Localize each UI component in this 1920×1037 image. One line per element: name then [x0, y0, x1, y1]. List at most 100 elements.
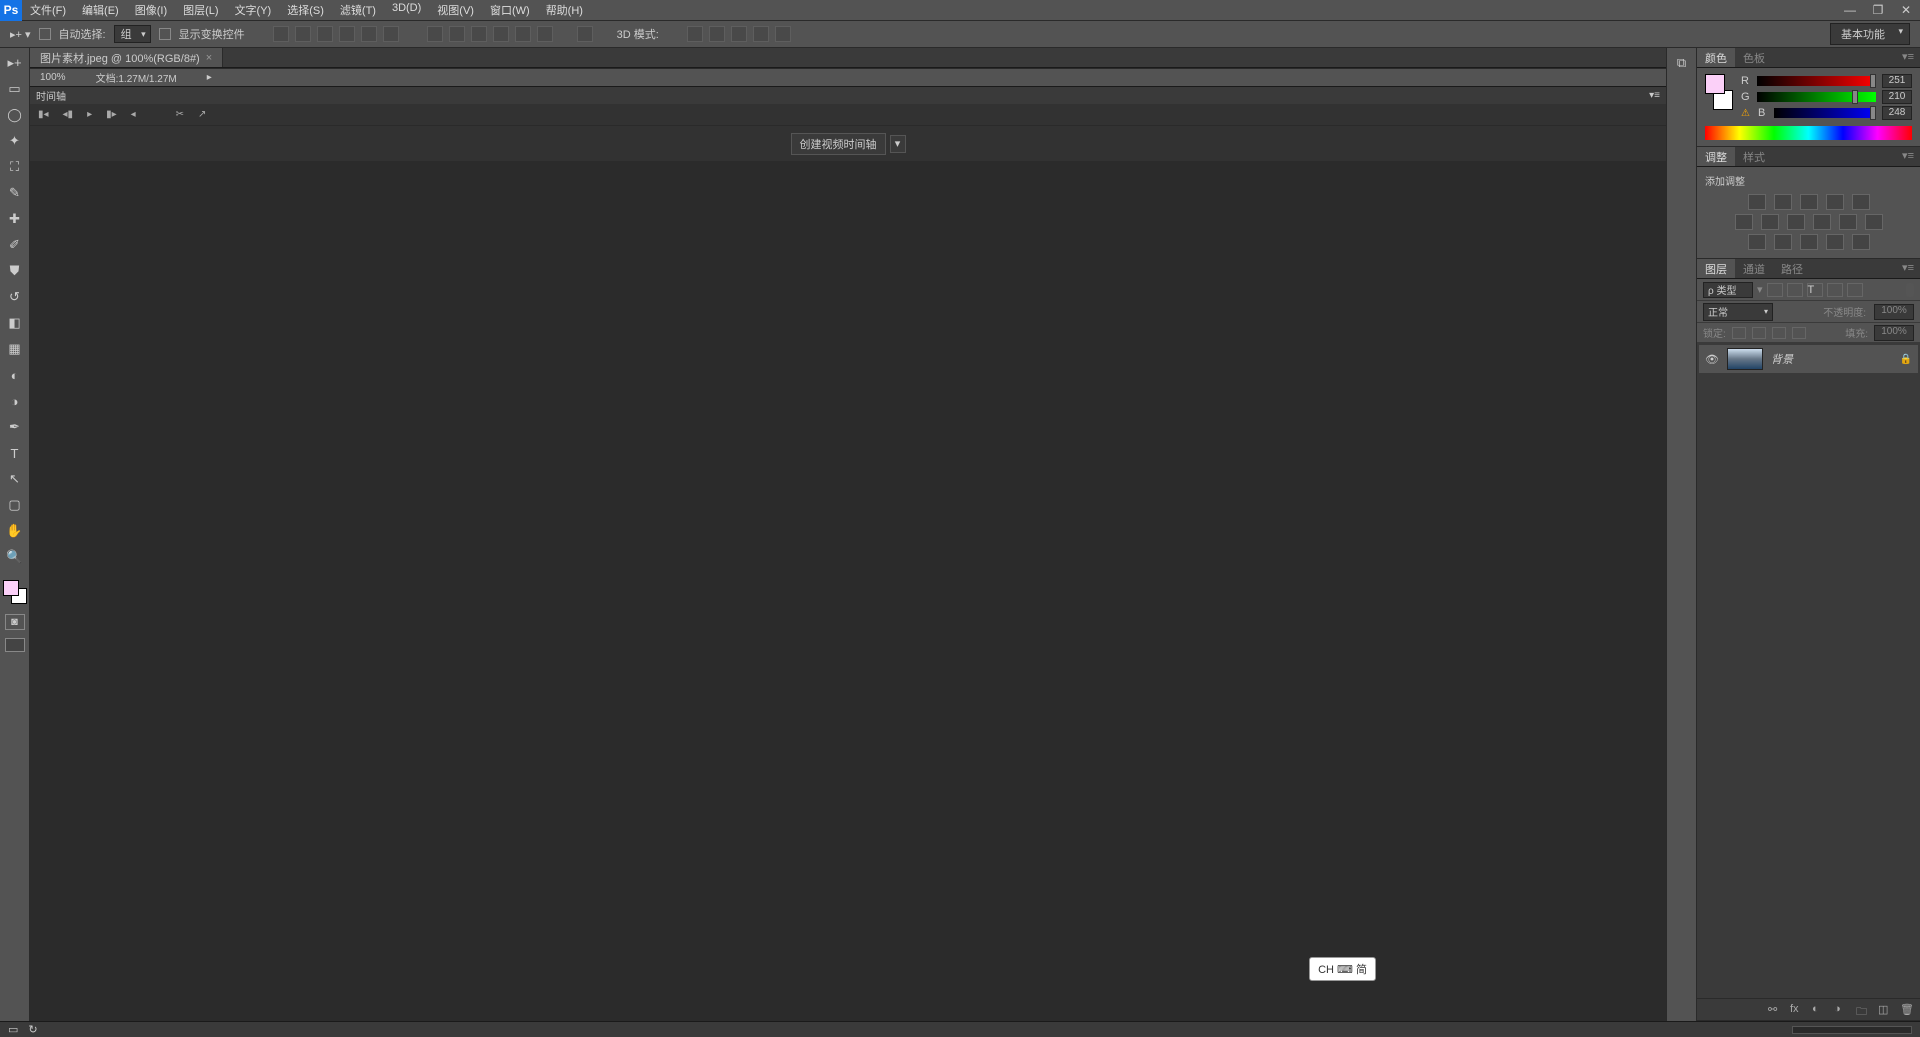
footer-slider[interactable]	[1792, 1026, 1912, 1034]
auto-select-dropdown[interactable]: 组	[114, 25, 151, 43]
footer-icon[interactable]: ▭	[8, 1023, 18, 1036]
panel-menu-icon[interactable]: ▾≡	[1649, 90, 1660, 101]
distribute-top-icon[interactable]	[427, 26, 443, 42]
r-value[interactable]: 251	[1882, 74, 1912, 88]
blend-mode-dropdown[interactable]: 正常	[1703, 303, 1773, 321]
doc-size[interactable]: 文档:1.27M/1.27M	[96, 70, 177, 85]
gradient-map-icon[interactable]	[1826, 234, 1844, 250]
hand-tool[interactable]: ✋	[4, 520, 26, 542]
3d-pan-icon[interactable]	[731, 26, 747, 42]
opacity-value[interactable]: 100%	[1874, 304, 1914, 320]
color-lookup-icon[interactable]	[1865, 214, 1883, 230]
align-hcenter-icon[interactable]	[361, 26, 377, 42]
marquee-tool[interactable]: ▭	[4, 78, 26, 100]
g-slider[interactable]	[1757, 92, 1876, 102]
menu-layer[interactable]: 图层(L)	[175, 0, 226, 21]
new-layer-icon[interactable]: ◫	[1878, 1003, 1892, 1017]
stamp-tool[interactable]: ⛊	[4, 260, 26, 282]
exposure-icon[interactable]	[1826, 194, 1844, 210]
tl-prev-frame-icon[interactable]: ◂▮	[63, 109, 74, 120]
r-slider[interactable]	[1757, 76, 1876, 86]
pen-tool[interactable]: ✒	[4, 416, 26, 438]
menu-filter[interactable]: 滤镜(T)	[332, 0, 384, 21]
magic-wand-tool[interactable]: ✦	[4, 130, 26, 152]
restore-button[interactable]: ❐	[1864, 0, 1892, 21]
brightness-icon[interactable]	[1748, 194, 1766, 210]
align-vcenter-icon[interactable]	[295, 26, 311, 42]
move-tool[interactable]: ▸+	[4, 52, 26, 74]
menu-select[interactable]: 选择(S)	[279, 0, 332, 21]
layer-visibility-icon[interactable]: 👁	[1705, 353, 1719, 366]
posterize-icon[interactable]	[1774, 234, 1792, 250]
tab-adjustments[interactable]: 调整	[1697, 147, 1735, 166]
menu-image[interactable]: 图像(I)	[127, 0, 175, 21]
b-slider[interactable]	[1774, 108, 1876, 118]
color-panel-swatch[interactable]	[1705, 74, 1733, 110]
filter-pixel-icon[interactable]	[1767, 283, 1783, 297]
auto-select-checkbox[interactable]	[39, 28, 51, 40]
filter-text-icon[interactable]: T	[1807, 283, 1823, 297]
gradient-tool[interactable]: ▦	[4, 338, 26, 360]
align-top-icon[interactable]	[273, 26, 289, 42]
vibrance-icon[interactable]	[1852, 194, 1870, 210]
layer-name[interactable]: 背景	[1771, 351, 1892, 367]
link-layers-icon[interactable]: ⚯	[1768, 1003, 1782, 1017]
zoom-tool[interactable]: 🔍	[4, 546, 26, 568]
b-value[interactable]: 248	[1882, 106, 1912, 120]
footer-sync-icon[interactable]: ↻	[28, 1023, 37, 1036]
ime-indicator[interactable]: CH ⌨ 简	[1309, 957, 1376, 981]
crop-tool[interactable]: ⛶	[4, 156, 26, 178]
tab-channels[interactable]: 通道	[1735, 259, 1773, 278]
distribute-left-icon[interactable]	[493, 26, 509, 42]
document-tab[interactable]: 图片素材.jpeg @ 100%(RGB/8#) ×	[30, 48, 223, 67]
menu-edit[interactable]: 编辑(E)	[74, 0, 127, 21]
tl-audio-icon[interactable]: ◂	[131, 109, 136, 120]
invert-icon[interactable]	[1748, 234, 1766, 250]
eraser-tool[interactable]: ◧	[4, 312, 26, 334]
g-value[interactable]: 210	[1882, 90, 1912, 104]
timeline-header[interactable]: 时间轴 ▾≡	[30, 86, 1666, 104]
menu-window[interactable]: 窗口(W)	[482, 0, 538, 21]
menu-view[interactable]: 视图(V)	[429, 0, 482, 21]
workspace-dropdown[interactable]: 基本功能	[1830, 23, 1910, 45]
filter-shape-icon[interactable]	[1827, 283, 1843, 297]
fg-swatch[interactable]	[1705, 74, 1725, 94]
align-right-icon[interactable]	[383, 26, 399, 42]
menu-file[interactable]: 文件(F)	[22, 0, 74, 21]
tab-styles[interactable]: 样式	[1735, 147, 1773, 166]
3d-slide-icon[interactable]	[753, 26, 769, 42]
panel-menu-icon[interactable]: ▾≡	[1896, 48, 1920, 67]
align-bottom-icon[interactable]	[317, 26, 333, 42]
path-select-tool[interactable]: ↖	[4, 468, 26, 490]
history-brush-tool[interactable]: ↺	[4, 286, 26, 308]
threshold-icon[interactable]	[1800, 234, 1818, 250]
adjustment-layer-icon[interactable]: ◑	[1834, 1003, 1848, 1017]
menu-help[interactable]: 帮助(H)	[538, 0, 591, 21]
channel-mixer-icon[interactable]	[1839, 214, 1857, 230]
layer-filter-type[interactable]: ρ 类型	[1703, 282, 1753, 298]
auto-align-icon[interactable]	[577, 26, 593, 42]
foreground-color-swatch[interactable]	[3, 580, 19, 596]
lasso-tool[interactable]: ◯	[4, 104, 26, 126]
eyedropper-tool[interactable]: ✎	[4, 182, 26, 204]
layer-style-icon[interactable]: fx	[1790, 1003, 1804, 1017]
lock-position-icon[interactable]	[1772, 327, 1786, 339]
selective-color-icon[interactable]	[1852, 234, 1870, 250]
active-tool-indicator[interactable]: ▸+ ▾	[10, 28, 31, 41]
filter-adjust-icon[interactable]	[1787, 283, 1803, 297]
tl-cut-icon[interactable]: ✂	[176, 109, 184, 120]
panel-menu-icon[interactable]: ▾≡	[1896, 259, 1920, 278]
create-video-timeline-button[interactable]: 创建视频时间轴	[791, 133, 886, 155]
distribute-vcenter-icon[interactable]	[449, 26, 465, 42]
history-panel-icon[interactable]: ⧉	[1671, 52, 1693, 74]
healing-tool[interactable]: ✚	[4, 208, 26, 230]
photo-filter-icon[interactable]	[1813, 214, 1831, 230]
status-more-icon[interactable]: ▸	[207, 72, 212, 83]
fill-value[interactable]: 100%	[1874, 325, 1914, 341]
color-spectrum[interactable]	[1705, 126, 1912, 140]
layer-list[interactable]: 👁 背景 🔒	[1697, 343, 1920, 998]
blur-tool[interactable]: ◐	[4, 364, 26, 386]
dodge-tool[interactable]: ◑	[4, 390, 26, 412]
lock-all-icon[interactable]	[1792, 327, 1806, 339]
color-balance-icon[interactable]	[1761, 214, 1779, 230]
